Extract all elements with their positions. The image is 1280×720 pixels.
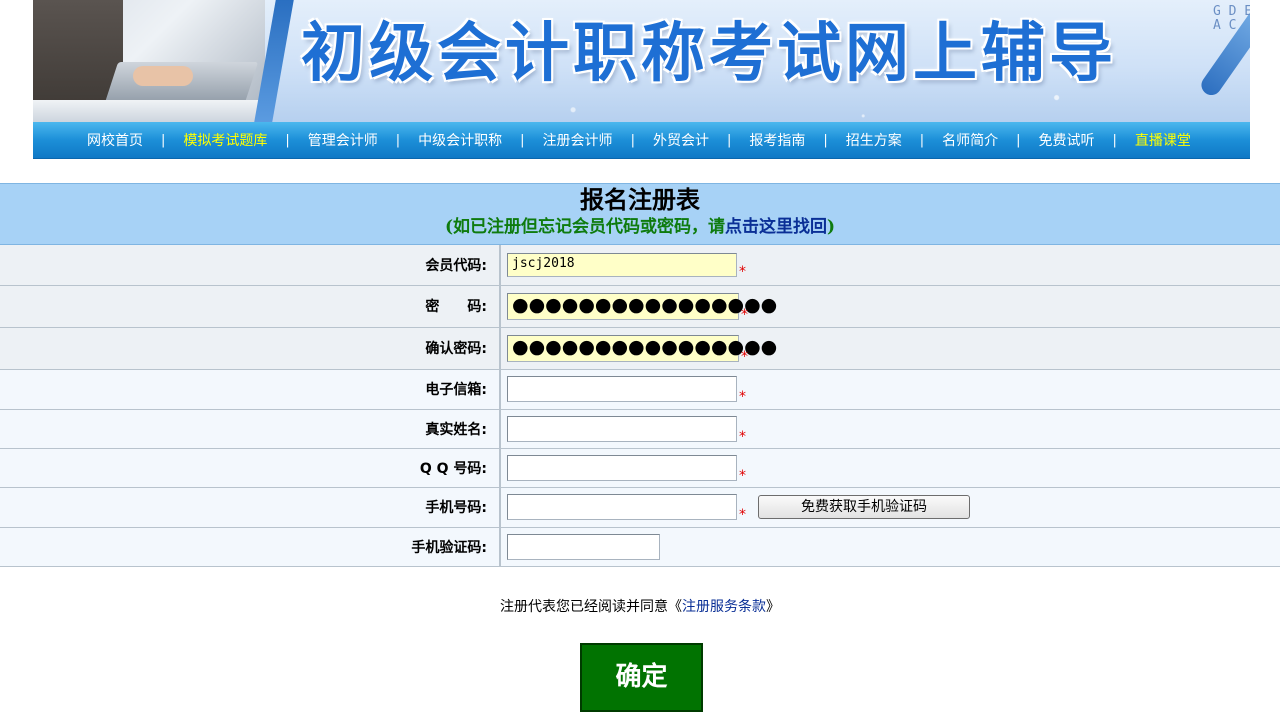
required-mark: *	[741, 348, 748, 365]
row-member-code: 会员代码: jscj2018*	[0, 245, 1280, 286]
nav-separator: |	[520, 132, 525, 148]
nav-separator: |	[1016, 132, 1021, 148]
get-sms-code-button[interactable]: 免费获取手机验证码	[758, 495, 970, 519]
confirm-password-label: 确认密码:	[0, 327, 501, 370]
nav-intermediate[interactable]: 中级会计职称	[418, 130, 502, 150]
nav-live-class[interactable]: 直播课堂	[1135, 130, 1191, 150]
row-qq: Q Q 号码: *	[0, 448, 1280, 488]
banner-letters: G D E B A C	[1213, 4, 1250, 33]
row-password: 密 码: ●●●●●●●●●●●●●●●●*	[0, 285, 1280, 328]
nav-separator: |	[726, 132, 732, 148]
form-subtitle: (如已注册但忘记会员代码或密码，请点击这里找回)	[444, 217, 836, 237]
email-label: 电子信箱:	[0, 369, 501, 410]
required-mark: *	[739, 507, 746, 523]
registration-form: 报名注册表 (如已注册但忘记会员代码或密码，请点击这里找回) 会员代码: jsc…	[0, 183, 1280, 567]
nav-separator: |	[630, 132, 635, 148]
required-mark: *	[739, 428, 746, 445]
row-phone: 手机号码: * 免费获取手机验证码	[0, 487, 1280, 528]
nav-foreign-trade[interactable]: 外贸会计	[653, 130, 709, 150]
row-real-name: 真实姓名: *	[0, 409, 1280, 449]
row-confirm-password: 确认密码: ●●●●●●●●●●●●●●●●*	[0, 327, 1280, 370]
nav-enrollment[interactable]: 招生方案	[846, 130, 902, 150]
email-input[interactable]	[507, 376, 737, 402]
required-mark: *	[739, 263, 746, 280]
required-mark: *	[739, 389, 746, 405]
form-header: 报名注册表 (如已注册但忘记会员代码或密码，请点击这里找回)	[0, 183, 1280, 245]
nav-separator: |	[161, 132, 166, 148]
nav-separator: |	[395, 132, 401, 148]
nav-separator: |	[823, 132, 828, 148]
sms-code-input[interactable]	[507, 533, 660, 560]
required-mark: *	[739, 467, 746, 484]
nav-management-accountant[interactable]: 管理会计师	[308, 130, 378, 150]
nav-separator: |	[1112, 132, 1117, 148]
qq-label: Q Q 号码:	[0, 448, 501, 488]
real-name-label: 真实姓名:	[0, 409, 501, 449]
nav-separator: |	[285, 132, 290, 148]
row-sms-code: 手机验证码:	[0, 527, 1280, 567]
required-mark: *	[741, 306, 748, 323]
phone-label: 手机号码:	[0, 487, 501, 528]
member-code-label: 会员代码:	[0, 245, 501, 286]
phone-input[interactable]	[507, 494, 737, 520]
header-banner: 初级会计职称考试网上辅导 G D E B A C	[33, 0, 1250, 122]
agreement-text: 注册代表您已经阅读并同意《注册服务条款》	[500, 599, 780, 615]
row-email: 电子信箱: *	[0, 369, 1280, 410]
form-title: 报名注册表	[580, 185, 700, 214]
main-nav: 网校首页 | 模拟考试题库 | 管理会计师 | 中级会计职称 | 注册会计师 |…	[33, 122, 1250, 159]
submit-button[interactable]: 确定	[580, 643, 703, 712]
confirm-password-input[interactable]: ●●●●●●●●●●●●●●●●	[507, 334, 777, 362]
password-label: 密 码:	[0, 285, 501, 328]
nav-separator: |	[919, 132, 925, 148]
recover-link[interactable]: 点击这里找回	[725, 217, 827, 237]
real-name-input[interactable]	[507, 415, 737, 442]
member-code-input[interactable]: jscj2018	[507, 252, 737, 277]
qq-input[interactable]	[507, 454, 737, 481]
nav-teachers[interactable]: 名师简介	[942, 130, 998, 150]
banner-photo	[33, 0, 265, 122]
password-input[interactable]: ●●●●●●●●●●●●●●●●	[507, 292, 777, 320]
nav-exam-guide[interactable]: 报考指南	[749, 130, 805, 150]
sms-code-label: 手机验证码:	[0, 527, 501, 567]
nav-mock-exam[interactable]: 模拟考试题库	[183, 130, 267, 150]
nav-free-trial[interactable]: 免费试听	[1039, 130, 1095, 150]
terms-link[interactable]: 注册服务条款	[682, 599, 766, 615]
nav-cpa[interactable]: 注册会计师	[543, 130, 613, 150]
banner-title: 初级会计职称考试网上辅导	[301, 17, 1117, 91]
nav-home[interactable]: 网校首页	[87, 130, 143, 150]
form-fields-table: 会员代码: jscj2018* 密 码: ●●●●●●●●●●●●●●●●* 确…	[0, 245, 1280, 567]
